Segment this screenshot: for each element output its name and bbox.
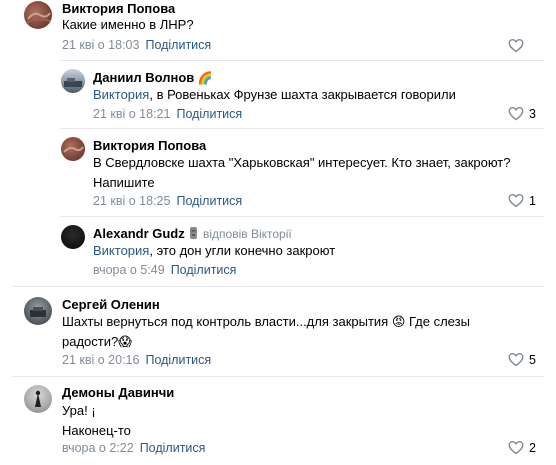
timestamp[interactable]: 21 кві о 18:03 bbox=[62, 38, 139, 52]
divider bbox=[60, 128, 544, 129]
comment-6: Демоны Давинчи Ура! ¡ Наконец-то вчора о… bbox=[0, 376, 556, 465]
timestamp[interactable]: вчора о 2:22 bbox=[62, 441, 134, 455]
share-link[interactable]: Поділитися bbox=[145, 353, 211, 367]
share-link[interactable]: Поділитися bbox=[176, 194, 242, 208]
heart-icon bbox=[508, 352, 524, 367]
heart-icon bbox=[508, 38, 524, 53]
timestamp[interactable]: 21 кві о 20:16 bbox=[62, 353, 139, 367]
comment-text: Ура! ¡ Наконец-то bbox=[62, 403, 131, 438]
comment-text: В Свердловске шахта "Харьковская" интере… bbox=[93, 155, 511, 190]
comment-text: Шахты вернуться под контроль власти...дл… bbox=[62, 314, 470, 349]
divider bbox=[60, 216, 544, 217]
divider bbox=[12, 286, 544, 287]
timestamp[interactable]: 21 кві о 18:21 bbox=[93, 107, 170, 121]
replied-to[interactable]: відповів Вікторії bbox=[203, 227, 292, 241]
like-count: 5 bbox=[529, 352, 536, 367]
mention-link[interactable]: Виктория bbox=[93, 87, 149, 102]
avatar[interactable] bbox=[24, 297, 52, 325]
avatar[interactable] bbox=[61, 225, 85, 249]
share-link[interactable]: Поділитися bbox=[176, 107, 242, 121]
avatar[interactable] bbox=[24, 385, 52, 413]
comment-3: Виктория Попова В Свердловске шахта "Хар… bbox=[0, 128, 556, 216]
author-name[interactable]: Alexandr Gudz відповів Вікторії bbox=[93, 226, 292, 241]
like-count: 1 bbox=[529, 193, 536, 208]
heart-icon bbox=[508, 440, 524, 455]
like-button[interactable]: 2 bbox=[508, 440, 536, 455]
author-name[interactable]: Демоны Давинчи bbox=[62, 385, 174, 400]
mention-link[interactable]: Виктория bbox=[93, 243, 149, 258]
author-name[interactable]: Сергей Оленин bbox=[62, 297, 160, 312]
avatar[interactable] bbox=[61, 137, 85, 161]
like-count: 3 bbox=[529, 106, 536, 121]
comment-meta: 21 кві о 18:25 Поділитися bbox=[93, 194, 242, 208]
share-link[interactable]: Поділитися bbox=[171, 263, 237, 277]
avatar[interactable] bbox=[61, 69, 85, 93]
comment-text: Виктория, это дон угли конечно закроют bbox=[93, 243, 336, 258]
divider bbox=[12, 376, 544, 377]
timestamp[interactable]: 21 кві о 18:25 bbox=[93, 194, 170, 208]
author-name[interactable]: Виктория Попова bbox=[93, 138, 206, 153]
comment-meta: 21 кві о 18:03 Поділитися bbox=[62, 38, 211, 52]
heart-icon bbox=[508, 193, 524, 208]
like-button[interactable]: 1 bbox=[508, 193, 536, 208]
share-link[interactable]: Поділитися bbox=[140, 441, 206, 455]
comment-meta: вчора о 5:49 Поділитися bbox=[93, 263, 236, 277]
author-name[interactable]: Даниил Волнов 🌈 bbox=[93, 70, 213, 85]
moai-icon bbox=[190, 227, 198, 239]
like-button[interactable] bbox=[508, 38, 529, 53]
comment-1: Виктория Попова Какие именно в ЛНР? 21 к… bbox=[0, 0, 556, 60]
timestamp[interactable]: вчора о 5:49 bbox=[93, 263, 165, 277]
rainbow-emoji: 🌈 bbox=[197, 71, 213, 85]
comment-4: Alexandr Gudz відповів Вікторії Виктория… bbox=[0, 216, 556, 286]
like-count: 2 bbox=[529, 440, 536, 455]
comment-meta: 21 кві о 18:21 Поділитися bbox=[93, 107, 242, 121]
like-button[interactable]: 5 bbox=[508, 352, 536, 367]
comment-text: Виктория, в Ровеньках Фрунзе шахта закры… bbox=[93, 87, 456, 102]
comment-meta: вчора о 2:22 Поділитися bbox=[62, 441, 205, 455]
like-button[interactable]: 3 bbox=[508, 106, 536, 121]
avatar[interactable] bbox=[24, 1, 52, 29]
author-name[interactable]: Виктория Попова bbox=[62, 1, 175, 16]
comment-2: Даниил Волнов 🌈 Виктория, в Ровеньках Фр… bbox=[0, 60, 556, 124]
comment-text: Какие именно в ЛНР? bbox=[62, 17, 194, 32]
divider bbox=[60, 60, 544, 61]
comment-meta: 21 кві о 20:16 Поділитися bbox=[62, 353, 211, 367]
comment-5: Сергей Оленин Шахты вернуться под контро… bbox=[0, 286, 556, 376]
share-link[interactable]: Поділитися bbox=[145, 38, 211, 52]
heart-icon bbox=[508, 106, 524, 121]
